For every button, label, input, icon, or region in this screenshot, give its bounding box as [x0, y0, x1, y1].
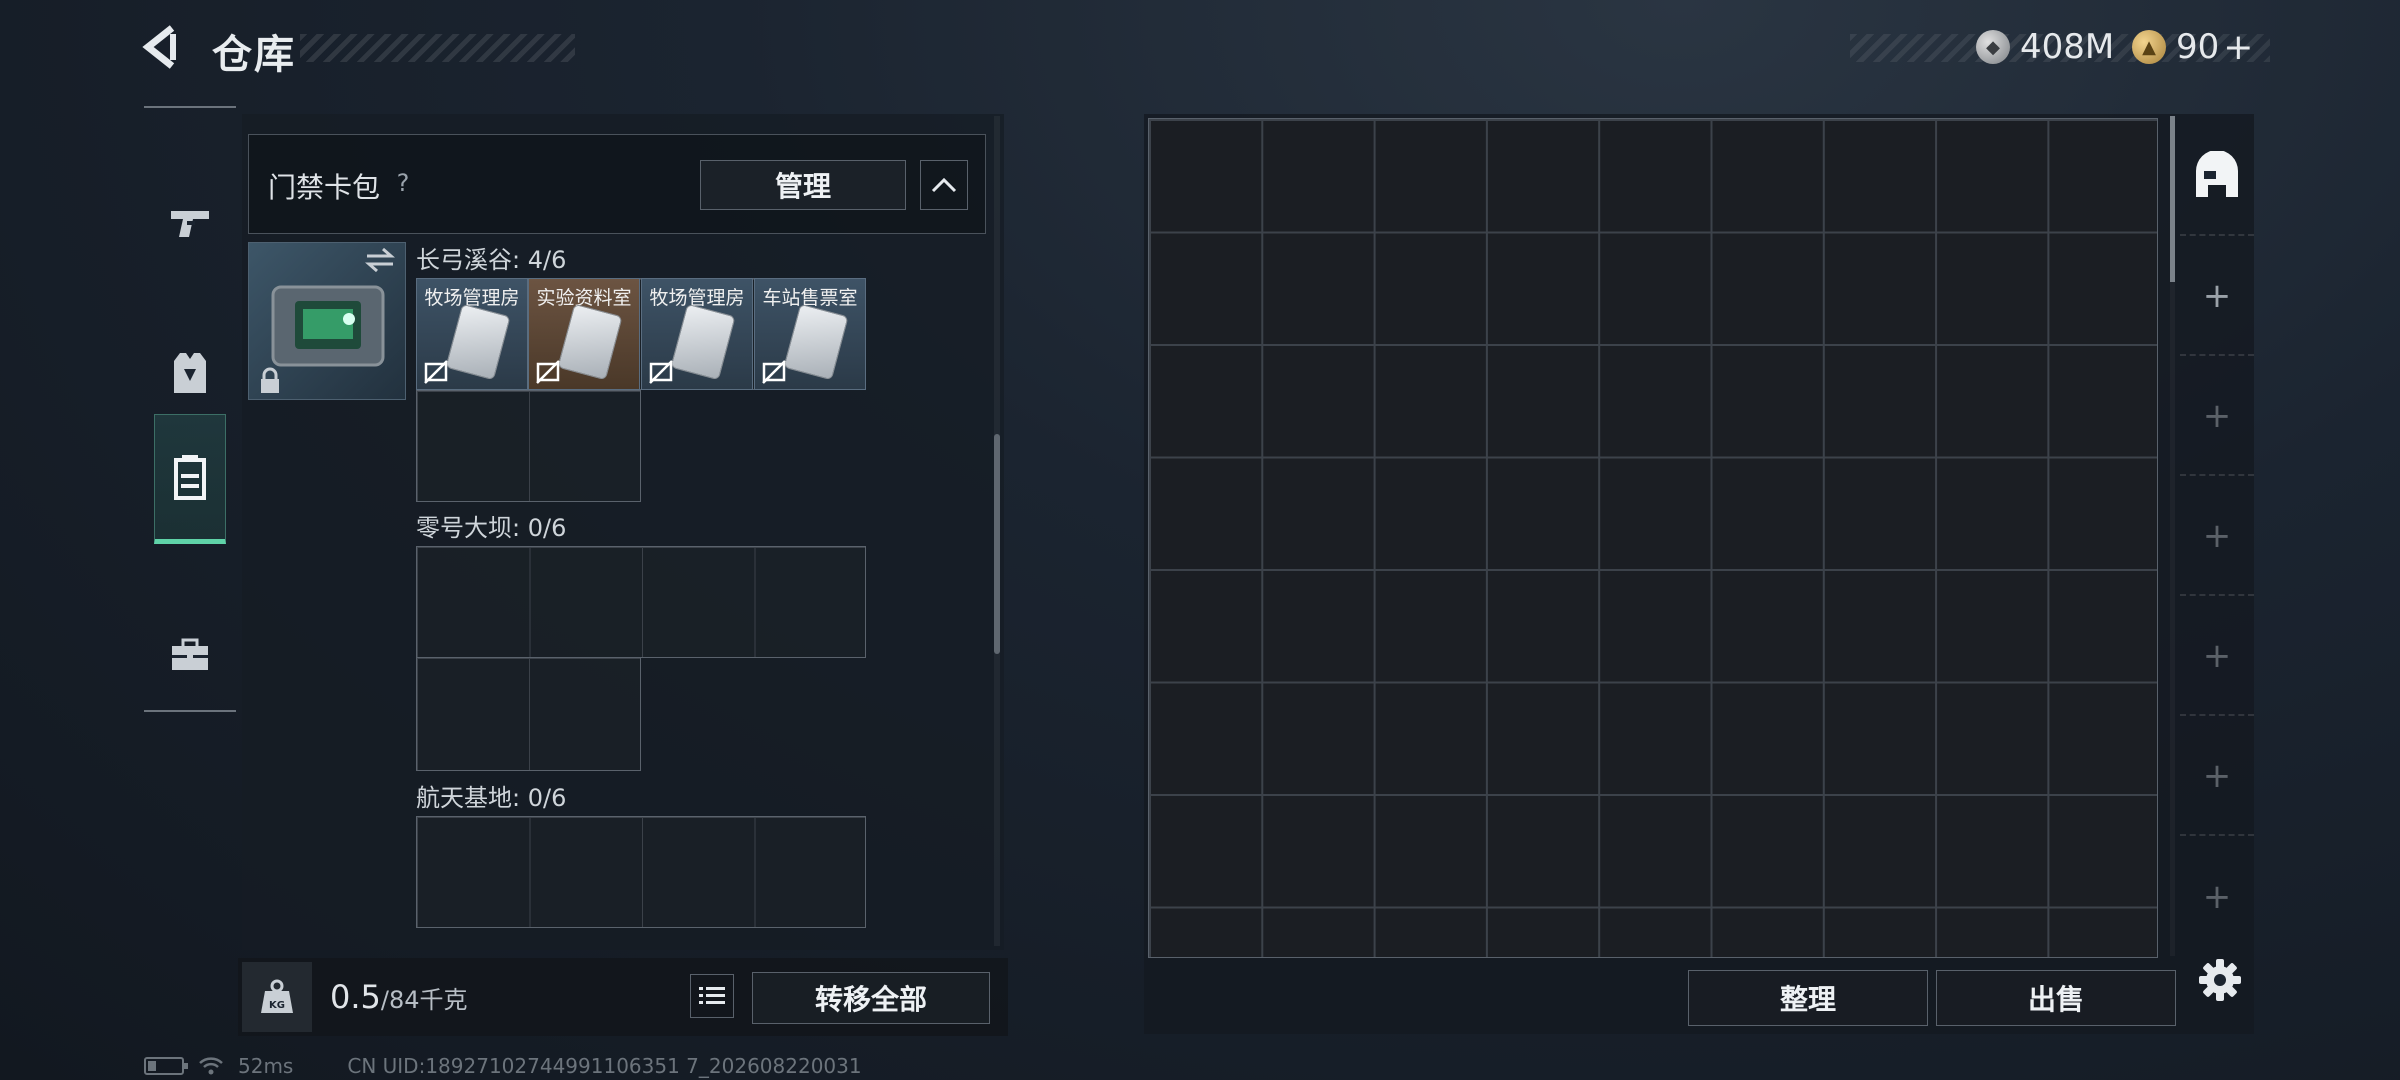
keycard-slot[interactable]: 车站售票室	[754, 278, 866, 390]
collapse-button[interactable]	[920, 160, 968, 210]
locked-stash-tab[interactable]: +	[2180, 838, 2254, 956]
silver-currency-value: 408M	[2020, 27, 2115, 67]
wifi-icon	[199, 1057, 223, 1075]
no-transfer-icon	[649, 360, 673, 384]
gold-currency-value: 90	[2176, 27, 2220, 67]
no-transfer-icon	[762, 360, 786, 384]
list-icon	[699, 987, 725, 1004]
armor-icon	[174, 353, 206, 393]
stash-scrollbar[interactable]	[2170, 116, 2175, 282]
zero-dam-key-slots-row2[interactable]	[416, 657, 641, 771]
stash-grid[interactable]	[1148, 118, 2158, 958]
back-button[interactable]	[140, 22, 190, 72]
section-label-space-base: 航天基地: 0/6	[416, 784, 567, 812]
gear-icon	[2199, 959, 2241, 1001]
title-decoration	[300, 34, 575, 62]
plus-icon: +	[2202, 516, 2232, 556]
locked-stash-tab[interactable]: +	[2180, 478, 2254, 596]
swap-icon[interactable]	[363, 247, 397, 273]
plus-icon: +	[2202, 877, 2232, 917]
ping-text: 52ms	[238, 1054, 294, 1078]
transfer-all-button[interactable]: 转移全部	[752, 972, 990, 1024]
add-stash-tab-button[interactable]: +	[2180, 238, 2254, 356]
keycard-image	[445, 303, 511, 381]
gold-coin-icon: ▲	[2132, 30, 2166, 64]
keycard-slot[interactable]: 牧场管理房	[641, 278, 753, 390]
keycard-image	[557, 303, 623, 381]
list-view-button[interactable]	[690, 974, 734, 1018]
toolbox-icon	[172, 638, 208, 670]
weight-readout: 0.5/84千克	[330, 978, 468, 1016]
silver-currency: ◆ 408M	[1976, 24, 2114, 70]
category-sidebar	[144, 106, 236, 712]
section-label-longbow: 长弓溪谷: 4/6	[416, 246, 567, 274]
space-base-key-slots[interactable]	[416, 816, 866, 928]
keycard-image	[670, 303, 736, 381]
locked-stash-tab[interactable]: +	[2180, 358, 2254, 476]
no-transfer-icon	[424, 360, 448, 384]
keycard-case-title: 门禁卡包	[268, 171, 381, 204]
sort-button[interactable]: 整理	[1688, 970, 1928, 1026]
keycard-case-item[interactable]	[248, 242, 406, 400]
zero-dam-key-slots[interactable]	[416, 546, 866, 658]
plus-icon: +	[2202, 276, 2232, 316]
plus-icon: +	[2202, 636, 2232, 676]
gold-currency: ▲ 90 +	[2132, 24, 2253, 70]
plus-icon: +	[2202, 396, 2232, 436]
back-arrow-icon	[142, 25, 176, 69]
status-bar: 52ms CN UID:18927102744991106351 7_20260…	[144, 1054, 862, 1078]
longbow-empty-slots	[416, 390, 641, 502]
stash-tab-main[interactable]	[2180, 118, 2254, 236]
stash-house-icon	[2196, 151, 2238, 197]
keycard-slot[interactable]: 牧场管理房	[416, 278, 528, 390]
keycard-scrollbar[interactable]	[994, 434, 1000, 654]
category-weapons[interactable]	[154, 158, 226, 288]
weight-max: /84千克	[380, 986, 468, 1014]
section-label-zero-dam: 零号大坝: 0/6	[416, 514, 567, 542]
lock-icon	[261, 367, 279, 393]
weight-icon: KG	[261, 979, 293, 1013]
battery-icon	[144, 1057, 188, 1075]
gun-icon	[171, 211, 209, 237]
locked-stash-tab[interactable]: +	[2180, 598, 2254, 716]
help-icon[interactable]: ?	[384, 164, 422, 202]
stash-tabs: + + + + + +	[2180, 118, 2254, 958]
settings-button[interactable]	[2192, 952, 2248, 1008]
chevron-up-icon	[931, 177, 957, 193]
add-gold-button[interactable]: +	[2223, 27, 2253, 68]
weight-current: 0.5	[330, 978, 381, 1016]
manage-button[interactable]: 管理	[700, 160, 906, 210]
silver-coin-icon: ◆	[1976, 30, 2010, 64]
weight-icon-label: KG	[269, 1000, 285, 1011]
sell-button[interactable]: 出售	[1936, 970, 2176, 1026]
page-title: 仓库	[212, 32, 296, 78]
keycard-slot[interactable]: 实验资料室	[528, 278, 640, 390]
keycard-image	[783, 303, 849, 381]
keycard-case-icon	[174, 455, 206, 500]
plus-icon: +	[2202, 756, 2232, 796]
locked-stash-tab[interactable]: +	[2180, 718, 2254, 836]
category-keycards[interactable]	[154, 414, 226, 544]
no-transfer-icon	[536, 360, 560, 384]
weight-icon-box: KG	[242, 962, 312, 1032]
uid-text: CN UID:18927102744991106351 7_2026082200…	[347, 1054, 862, 1078]
category-items[interactable]	[154, 590, 226, 720]
